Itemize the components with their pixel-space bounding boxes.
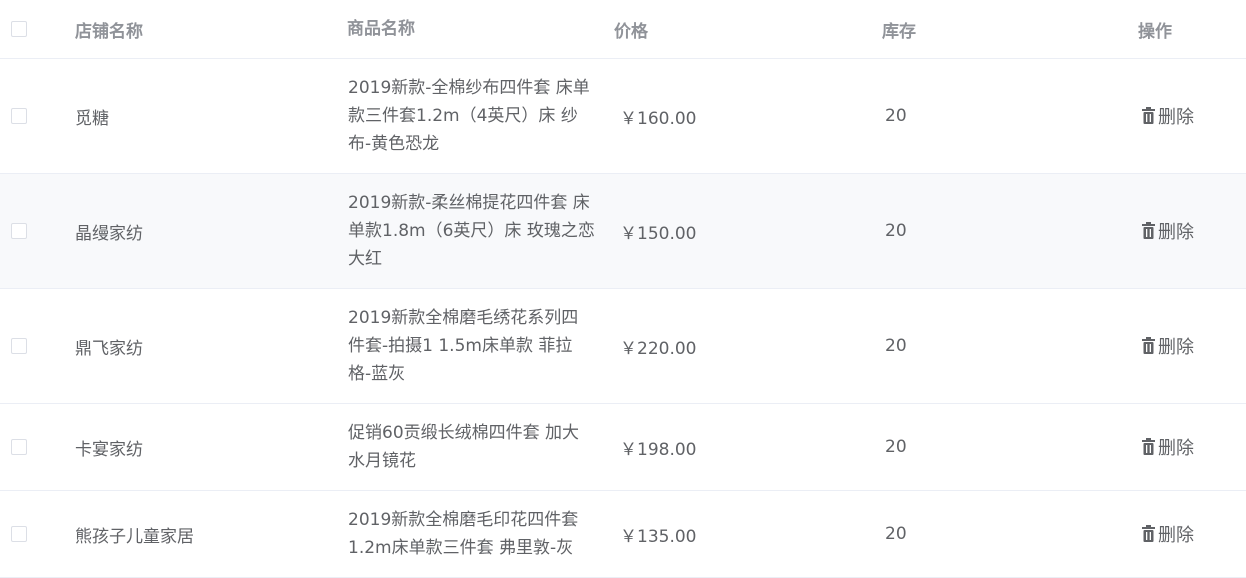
row-checkbox[interactable] <box>11 338 27 354</box>
product-name: 2019新款-柔丝棉提花四件套 床单款1.8m（6英尺）床 玫瑰之恋大红 <box>348 193 595 269</box>
row-checkbox-cell <box>0 106 62 126</box>
delete-button[interactable]: 删除 <box>1141 521 1194 547</box>
price: ￥150.00 <box>620 223 697 244</box>
action-cell: 删除 <box>1137 434 1246 461</box>
price: ￥160.00 <box>620 108 697 129</box>
table-row: 晶缦家纺 2019新款-柔丝棉提花四件套 床单款1.8m（6英尺）床 玫瑰之恋大… <box>0 174 1246 289</box>
delete-label: 删除 <box>1158 437 1194 459</box>
header-price: 价格 <box>614 21 648 42</box>
row-checkbox-cell <box>0 221 62 241</box>
action-cell: 删除 <box>1137 103 1246 130</box>
row-checkbox-cell <box>0 336 62 356</box>
table-row: 卡宴家纺 促销60贡缎长绒棉四件套 加大水月镜花 ￥198.00 20 删除 <box>0 404 1246 491</box>
table-row: 熊孩子儿童家居 2019新款全棉磨毛印花四件套 1.2m床单款三件套 弗里敦-灰… <box>0 491 1246 578</box>
row-checkbox-cell <box>0 524 62 544</box>
price: ￥135.00 <box>620 526 697 547</box>
delete-button[interactable]: 删除 <box>1141 218 1194 244</box>
price: ￥198.00 <box>620 439 697 460</box>
stock: 20 <box>885 524 907 544</box>
table-header: 店铺名称 商品名称 价格 库存 操作 <box>0 0 1246 59</box>
product-table: 店铺名称 商品名称 价格 库存 操作 觅糖 2019新款-全棉纱布四件套 床单款… <box>0 0 1246 578</box>
row-checkbox[interactable] <box>11 526 27 542</box>
product-name: 2019新款全棉磨毛印花四件套 1.2m床单款三件套 弗里敦-灰 <box>348 510 579 558</box>
delete-label: 删除 <box>1158 221 1194 243</box>
header-shop: 店铺名称 <box>75 21 143 42</box>
action-cell: 删除 <box>1137 218 1246 245</box>
trash-icon <box>1142 222 1155 240</box>
header-action: 操作 <box>1138 21 1172 42</box>
trash-icon <box>1142 525 1155 543</box>
table-row: 觅糖 2019新款-全棉纱布四件套 床单款三件套1.2m（4英尺）床 纱布-黄色… <box>0 59 1246 174</box>
price: ￥220.00 <box>620 338 697 359</box>
header-product: 商品名称 <box>347 19 415 39</box>
trash-icon <box>1142 107 1155 125</box>
stock: 20 <box>885 106 907 126</box>
delete-button[interactable]: 删除 <box>1141 103 1194 129</box>
trash-icon <box>1142 337 1155 355</box>
product-name: 促销60贡缎长绒棉四件套 加大水月镜花 <box>348 423 580 471</box>
delete-button[interactable]: 删除 <box>1141 333 1194 359</box>
row-checkbox[interactable] <box>11 439 27 455</box>
shop-name: 鼎飞家纺 <box>75 338 143 359</box>
row-checkbox-cell <box>0 437 62 457</box>
stock: 20 <box>885 221 907 241</box>
shop-name: 卡宴家纺 <box>75 439 143 460</box>
select-all-checkbox[interactable] <box>11 21 27 37</box>
table-row: 鼎飞家纺 2019新款全棉磨毛绣花系列四件套-拍摄1 1.5m床单款 菲拉格-蓝… <box>0 289 1246 404</box>
product-name: 2019新款-全棉纱布四件套 床单款三件套1.2m（4英尺）床 纱布-黄色恐龙 <box>348 78 590 154</box>
row-checkbox[interactable] <box>11 108 27 124</box>
shop-name: 觅糖 <box>75 108 109 129</box>
stock: 20 <box>885 336 907 356</box>
delete-label: 删除 <box>1158 106 1194 128</box>
action-cell: 删除 <box>1137 333 1246 360</box>
header-checkbox-cell <box>0 19 62 39</box>
shop-name: 晶缦家纺 <box>75 223 143 244</box>
delete-label: 删除 <box>1158 524 1194 546</box>
trash-icon <box>1142 438 1155 456</box>
stock: 20 <box>885 437 907 457</box>
product-name: 2019新款全棉磨毛绣花系列四件套-拍摄1 1.5m床单款 菲拉格-蓝灰 <box>348 308 579 384</box>
row-checkbox[interactable] <box>11 223 27 239</box>
delete-button[interactable]: 删除 <box>1141 434 1194 460</box>
shop-name: 熊孩子儿童家居 <box>75 526 194 547</box>
delete-label: 删除 <box>1158 336 1194 358</box>
action-cell: 删除 <box>1137 521 1246 548</box>
header-stock: 库存 <box>882 21 916 42</box>
